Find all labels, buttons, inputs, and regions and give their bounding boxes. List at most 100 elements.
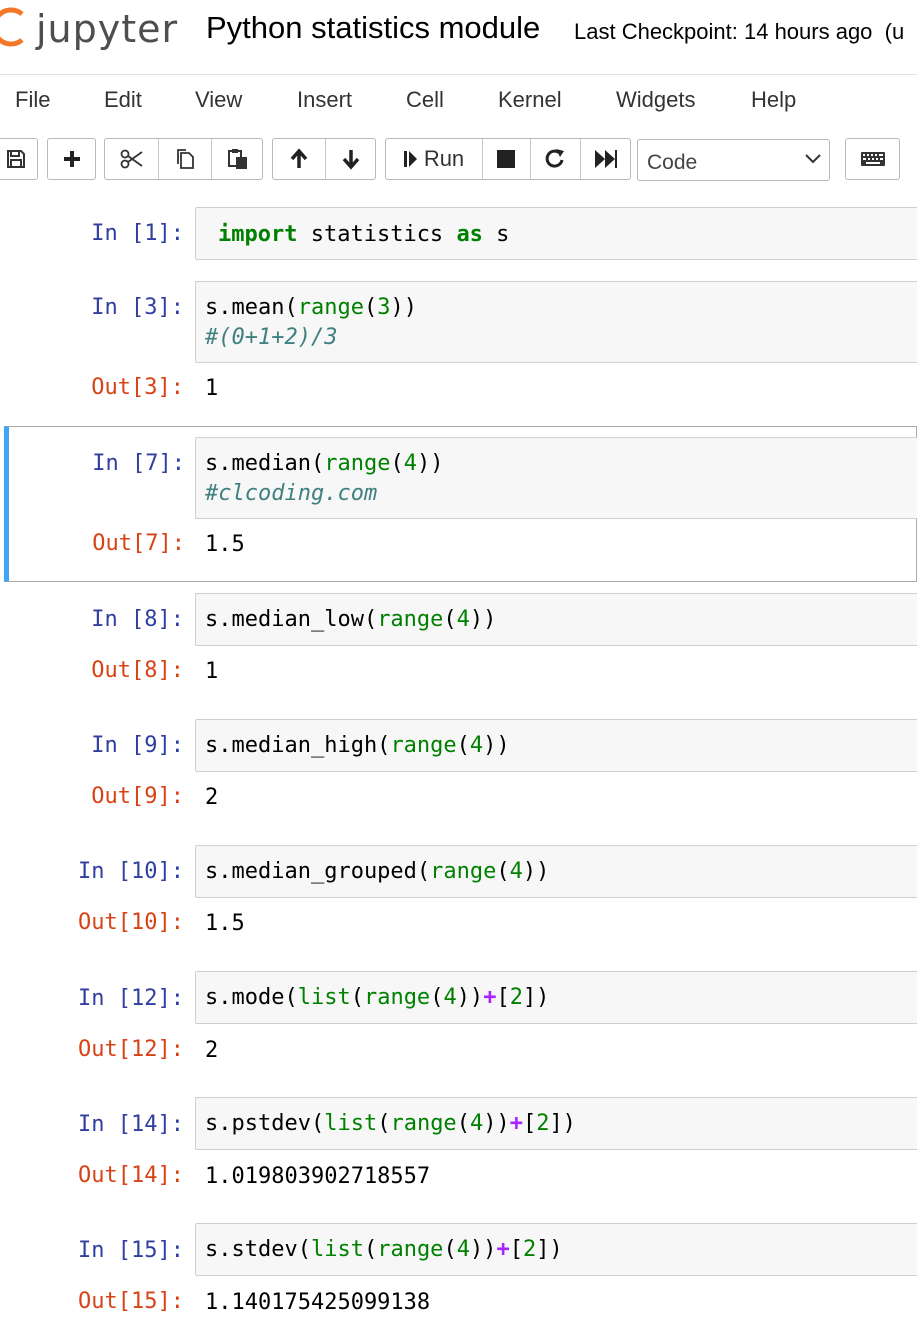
menu-cell[interactable]: Cell [406,87,444,113]
menu-bar: File Edit View Insert Cell Kernel Widget… [0,75,917,127]
restart-icon [545,149,564,168]
code-line: s.mode(list(range(4))+[2]) [205,985,550,1010]
code-comment: #(0+1+2)/3 [205,325,338,350]
code-input[interactable]: s.mode(list(range(4))+[2]) [195,971,917,1024]
menu-widgets[interactable]: Widgets [616,87,695,113]
output-text: 1.019803902718557 [205,1164,431,1189]
checkpoint-status: Last Checkpoint: 14 hours ago (u [574,19,904,45]
code-input[interactable]: s.stdev(list(range(4))+[2]) [195,1223,917,1276]
input-prompt: In [1]: [91,221,184,246]
insert-cell-button[interactable] [47,138,96,180]
save-button[interactable] [0,138,38,180]
code-cell[interactable]: In [9]: s.median_high(range(4)) Out[9]: … [4,710,917,830]
keyboard-icon [860,152,885,166]
fast-forward-icon [595,150,617,168]
input-prompt: In [7]: [92,451,185,476]
jupyter-logo[interactable]: jupyter [0,4,182,56]
save-icon [7,150,25,168]
code-input[interactable]: s.median(range(4)) #clcoding.com [195,437,917,519]
input-prompt: In [12]: [78,986,184,1011]
interrupt-button[interactable] [482,139,530,179]
jupyter-logo-arc-icon [0,7,24,47]
code-cell[interactable]: In [12]: s.mode(list(range(4))+[2]) Out[… [4,963,917,1083]
code-line: s.pstdev(list(range(4))+[2]) [205,1111,576,1136]
code-input[interactable]: import statistics as s [195,207,917,260]
checkpoint-suffix: (u [884,19,905,44]
arrow-down-icon [342,150,360,170]
notebook-container: In [1]: import statistics as s In [3]: s… [0,192,917,1321]
code-cell[interactable]: In [1]: import statistics as s [4,198,917,262]
move-up-button[interactable] [273,139,325,179]
code-cell[interactable]: In [3]: s.mean(range(3)) #(0+1+2)/3 Out[… [4,272,917,418]
output-prompt: Out[10]: [78,910,184,935]
code-comment: #clcoding.com [205,481,378,506]
code-cell[interactable]: In [8]: s.median_low(range(4)) Out[8]: 1 [4,584,917,704]
menu-file[interactable]: File [15,87,50,113]
step-forward-icon [403,151,417,167]
code-line: s.mean(range(3)) [205,295,417,320]
copy-icon [176,149,194,169]
move-down-button[interactable] [325,139,377,179]
paste-button[interactable] [211,139,264,179]
input-prompt: In [8]: [91,607,184,632]
input-prompt: In [10]: [78,859,184,884]
paste-icon [227,149,247,169]
menu-kernel[interactable]: Kernel [498,87,562,113]
logo-wordmark: jupyter [36,7,179,51]
run-label: Run [423,146,465,171]
output-text: 1 [205,376,219,401]
input-prompt: In [3]: [91,295,184,320]
output-prompt: Out[3]: [91,375,184,400]
copy-button[interactable] [158,139,211,179]
clipboard-group [104,138,263,180]
code-cell[interactable]: In [14]: s.pstdev(list(range(4))+[2]) Ou… [4,1089,917,1209]
run-button[interactable]: Run [386,139,482,179]
cell-type-value: Code [647,151,698,174]
output-prompt: Out[7]: [92,531,185,556]
stop-icon [497,150,515,168]
code-input[interactable]: s.mean(range(3)) #(0+1+2)/3 [195,281,917,363]
output-text: 2 [205,785,219,810]
output-text: 2 [205,1038,219,1063]
code-line: s.median(range(4)) [205,451,444,476]
output-text: 1.5 [205,532,245,557]
code-line: s.median_grouped(range(4)) [205,859,550,884]
restart-button[interactable] [530,139,580,179]
output-prompt: Out[14]: [78,1163,184,1188]
menu-view[interactable]: View [195,87,242,113]
output-text: 1.5 [205,911,245,936]
code-cell[interactable]: In [10]: s.median_grouped(range(4)) Out[… [4,836,917,956]
command-palette-button[interactable] [845,138,900,180]
cell-type-select[interactable]: Code [637,139,830,181]
code-cell[interactable]: In [15]: s.stdev(list(range(4))+[2]) Out… [4,1215,917,1321]
notebook-title[interactable]: Python statistics module [206,10,540,46]
code-input[interactable]: s.median_grouped(range(4)) [195,845,917,898]
scissors-icon [120,149,143,169]
output-prompt: Out[8]: [91,658,184,683]
input-prompt: In [15]: [78,1238,184,1263]
menu-edit[interactable]: Edit [104,87,142,113]
plus-icon [63,151,80,167]
code-line: s.stdev(list(range(4))+[2]) [205,1237,563,1262]
code-input[interactable]: s.median_low(range(4)) [195,593,917,646]
code-input[interactable]: s.pstdev(list(range(4))+[2]) [195,1097,917,1150]
code-line: s.median_low(range(4)) [205,607,497,632]
menu-help[interactable]: Help [751,87,796,113]
menu-insert[interactable]: Insert [297,87,352,113]
chevron-down-icon [805,154,821,164]
input-prompt: In [9]: [91,733,184,758]
output-prompt: Out[9]: [91,784,184,809]
move-group [272,138,376,180]
notebook-header: jupyter Python statistics module Last Ch… [0,0,917,75]
cut-button[interactable] [105,139,158,179]
code-line: import statistics as s [218,222,510,247]
code-input[interactable]: s.median_high(range(4)) [195,719,917,772]
input-prompt: In [14]: [78,1112,184,1137]
toolbar: Run Code [0,130,917,192]
run-group: Run [385,138,631,180]
code-cell-selected[interactable]: In [7]: s.median(range(4)) #clcoding.com… [4,426,917,582]
output-text: 1.140175425099138 [205,1290,431,1315]
output-prompt: Out[15]: [78,1289,184,1314]
run-all-button[interactable] [580,139,632,179]
checkpoint-text: Last Checkpoint: 14 hours ago [574,19,873,44]
